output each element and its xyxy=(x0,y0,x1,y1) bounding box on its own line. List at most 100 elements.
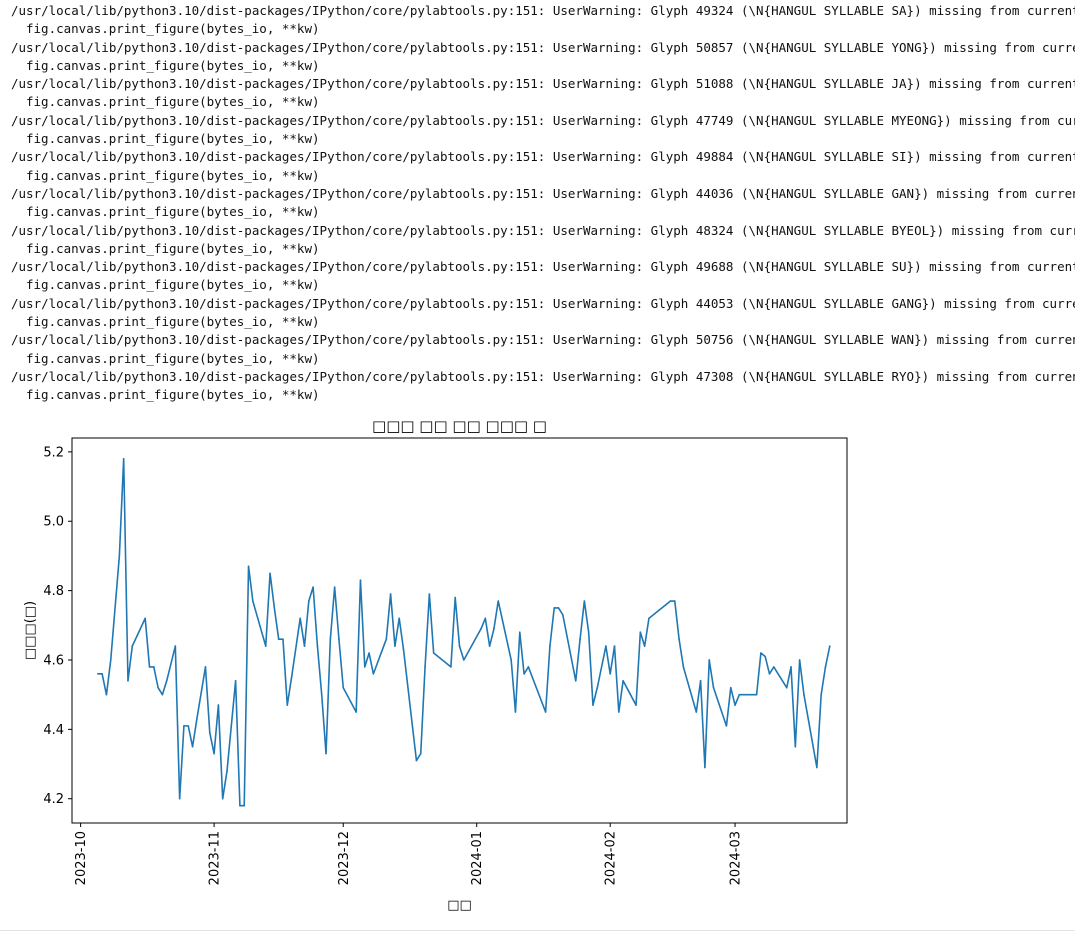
data-point xyxy=(213,752,215,755)
warning-continuation: fig.canvas.print_figure(bytes_io, **kw) xyxy=(26,314,320,330)
data-point xyxy=(368,652,370,654)
cell-bottom-divider xyxy=(0,930,1075,931)
warning-line: /usr/local/lib/python3.10/dist-packages/… xyxy=(11,222,1075,238)
data-point xyxy=(165,679,168,682)
data-point xyxy=(824,666,827,668)
data-point xyxy=(105,693,108,696)
warning-line: /usr/local/lib/python3.10/dist-packages/… xyxy=(11,76,1075,92)
data-point xyxy=(372,673,375,675)
data-point xyxy=(359,579,362,582)
data-point xyxy=(303,645,306,647)
data-point xyxy=(273,607,276,609)
data-point xyxy=(562,614,564,616)
data-point xyxy=(424,666,426,668)
data-point xyxy=(208,732,211,734)
warning-line: /usr/local/lib/python3.10/dist-packages/… xyxy=(11,332,1075,348)
data-point xyxy=(247,565,250,568)
data-point xyxy=(523,673,525,675)
data-point xyxy=(549,645,551,647)
data-point xyxy=(708,659,711,661)
warning-continuation: fig.canvas.print_figure(bytes_io, **kw) xyxy=(26,21,320,37)
data-point xyxy=(148,666,151,668)
data-point xyxy=(635,704,637,706)
data-point xyxy=(157,686,159,689)
data-point xyxy=(514,711,517,713)
data-point xyxy=(183,725,185,727)
data-point xyxy=(363,666,366,668)
data-point xyxy=(127,679,129,682)
data-point xyxy=(729,686,732,689)
data-point xyxy=(269,572,271,575)
data-point xyxy=(299,617,301,620)
data-point xyxy=(518,631,521,634)
data-point xyxy=(527,666,530,668)
line-chart: □□□ □□ □□ □□□ □ 4.2 4.4 4.6 4.8 5.0 5.2 2023-… xyxy=(23,417,848,913)
data-point xyxy=(312,586,314,588)
data-point xyxy=(669,600,672,602)
data-point xyxy=(673,600,676,602)
data-point xyxy=(760,652,762,654)
data-point xyxy=(725,725,728,727)
data-point xyxy=(320,693,323,696)
data-point xyxy=(398,617,401,620)
data-point xyxy=(557,607,560,609)
warning-continuation: fig.canvas.print_figure(bytes_io, **kw) xyxy=(26,57,320,73)
data-point xyxy=(734,704,736,706)
x-tick-label: 2023-11 xyxy=(208,831,223,885)
data-point xyxy=(239,804,241,807)
warning-line: /usr/local/lib/python3.10/dist-packages/… xyxy=(11,295,1075,311)
data-point xyxy=(544,711,547,713)
data-point xyxy=(333,586,336,588)
data-point xyxy=(204,666,207,668)
data-point xyxy=(131,645,134,647)
data-point xyxy=(282,638,284,640)
x-tick-label: 2023-12 xyxy=(337,831,352,885)
y-tick-label: 5.2 xyxy=(43,445,64,460)
data-point xyxy=(196,718,198,720)
x-tick-label: 2023-10 xyxy=(74,831,89,885)
x-axis-title: □□ xyxy=(447,898,472,913)
data-point xyxy=(217,704,220,706)
data-point xyxy=(342,686,345,689)
data-point xyxy=(699,679,702,682)
data-point xyxy=(493,627,495,630)
y-tick-label: 5.0 xyxy=(43,515,64,530)
data-point xyxy=(428,593,431,595)
data-point xyxy=(338,638,340,640)
data-point xyxy=(639,631,642,634)
data-point xyxy=(484,617,487,620)
data-point xyxy=(768,673,771,675)
data-point xyxy=(415,759,418,762)
data-point xyxy=(463,659,465,661)
warning-continuation: fig.canvas.print_figure(bytes_io, **kw) xyxy=(26,131,320,147)
data-point xyxy=(648,617,650,620)
warning-continuation: fig.canvas.print_figure(bytes_io, **kw) xyxy=(26,387,320,403)
data-point xyxy=(290,676,293,679)
data-point xyxy=(764,655,766,658)
data-point xyxy=(101,673,103,675)
data-point xyxy=(592,704,594,706)
data-point xyxy=(161,693,164,696)
y-tick-label: 4.6 xyxy=(43,653,64,668)
data-point xyxy=(587,631,590,634)
y-axis: 4.2 4.4 4.6 4.8 5.0 5.2 xyxy=(43,445,72,807)
warning-continuation: fig.canvas.print_figure(bytes_io, **kw) xyxy=(26,167,320,183)
data-point xyxy=(618,711,620,713)
x-axis: 2023-10 2023-11 2023-12 2024-01 2024-02 2024-… xyxy=(74,823,744,885)
data-point xyxy=(226,770,228,772)
data-point xyxy=(480,627,482,630)
data-point xyxy=(122,458,125,460)
data-point xyxy=(785,686,788,689)
data-point xyxy=(678,638,680,640)
x-tick-label: 2024-03 xyxy=(729,831,744,885)
data-point xyxy=(497,600,500,602)
data-point xyxy=(738,693,741,696)
data-point xyxy=(695,711,698,713)
data-point xyxy=(596,686,599,689)
data-point xyxy=(389,593,392,595)
data-point xyxy=(385,638,388,640)
data-point xyxy=(450,666,452,668)
plot-area-frame xyxy=(71,437,848,824)
data-point xyxy=(153,666,155,668)
data-point xyxy=(605,645,607,647)
